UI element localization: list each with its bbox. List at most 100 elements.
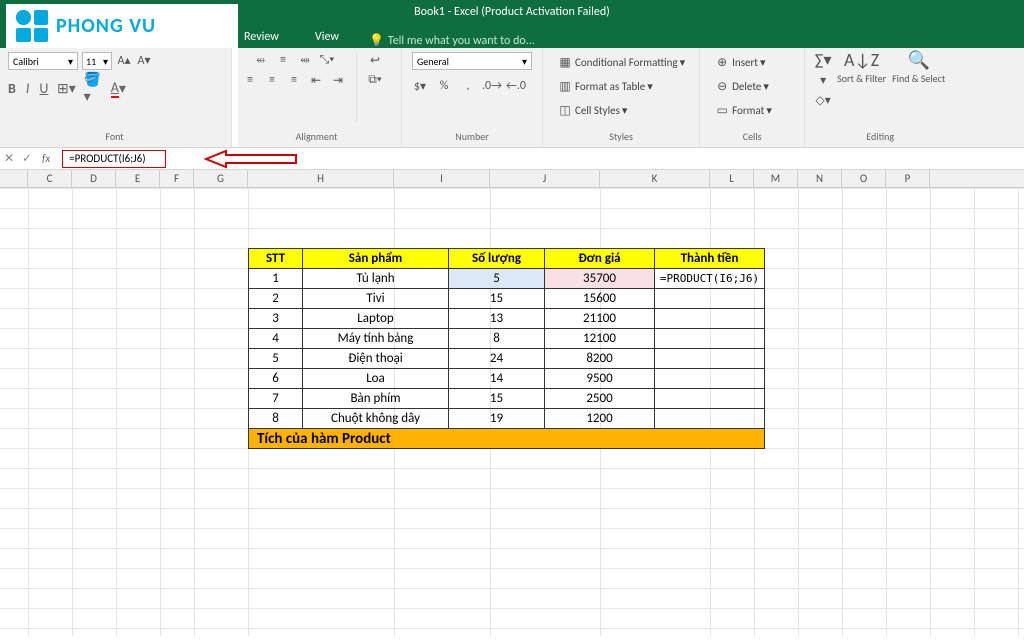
underline-button[interactable]: U xyxy=(39,80,48,97)
cell-stt[interactable]: 2 xyxy=(249,289,303,309)
indent-inc-icon[interactable]: ⇥ xyxy=(330,72,346,88)
cell-stt[interactable]: 5 xyxy=(249,349,303,369)
formula-enter-button[interactable]: ✓ xyxy=(18,151,36,166)
find-select-icon[interactable]: 🔍 xyxy=(911,52,927,68)
cell-dongia[interactable]: 1200 xyxy=(545,409,655,429)
cell-soluong[interactable]: 24 xyxy=(449,349,545,369)
footer-text[interactable]: Tích của hàm Product xyxy=(249,429,765,449)
fill-icon[interactable]: ▾ xyxy=(815,72,831,88)
col-F[interactable]: F xyxy=(160,170,194,187)
cell-stt[interactable]: 7 xyxy=(249,389,303,409)
cell-soluong[interactable]: 19 xyxy=(449,409,545,429)
number-format-select[interactable]: General▾ xyxy=(412,52,532,70)
cell-sanpham[interactable]: Laptop xyxy=(303,309,449,329)
formula-input[interactable]: =PRODUCT(I6;J6) xyxy=(62,150,166,168)
cell-soluong[interactable]: 15 xyxy=(449,289,545,309)
cell-thanhtien[interactable]: =PRODUCT(I6;J6) xyxy=(655,269,765,289)
cell-sanpham[interactable]: Điện thoại xyxy=(303,349,449,369)
cell-soluong[interactable]: 15 xyxy=(449,389,545,409)
col-D[interactable]: D xyxy=(72,170,116,187)
col-G[interactable]: G xyxy=(194,170,248,187)
fill-color-button[interactable]: 🪣▾ xyxy=(84,80,100,96)
col-H[interactable]: H xyxy=(248,170,394,187)
autosum-icon[interactable]: ∑▾ xyxy=(815,52,831,68)
formula-cancel-button[interactable]: ✕ xyxy=(0,151,18,166)
cell-sanpham[interactable]: Loa xyxy=(303,369,449,389)
align-left-icon[interactable]: ≡ xyxy=(242,72,258,88)
cell-sanpham[interactable]: Tivi xyxy=(303,289,449,309)
tab-review[interactable]: Review xyxy=(238,26,285,48)
increase-font-icon[interactable]: A▴ xyxy=(116,52,132,68)
cell-dongia[interactable]: 8200 xyxy=(545,349,655,369)
cell-stt[interactable]: 6 xyxy=(249,369,303,389)
col-K[interactable]: K xyxy=(600,170,710,187)
hdr-soluong[interactable]: Số lượng xyxy=(449,249,545,269)
currency-icon[interactable]: $▾ xyxy=(412,78,428,94)
col-J[interactable]: J xyxy=(490,170,600,187)
col-L[interactable]: L xyxy=(710,170,754,187)
align-right-icon[interactable]: ≡ xyxy=(286,72,302,88)
cell-soluong[interactable]: 5 xyxy=(449,269,545,289)
cell-styles-button[interactable]: ◫Cell Styles▾ xyxy=(553,100,631,120)
hdr-thanhtien[interactable]: Thành tiền xyxy=(655,249,765,269)
cell-stt[interactable]: 1 xyxy=(249,269,303,289)
delete-button[interactable]: ⊖Delete▾ xyxy=(710,76,773,96)
cell-soluong[interactable]: 14 xyxy=(449,369,545,389)
cell-stt[interactable]: 8 xyxy=(249,409,303,429)
align-center-icon[interactable]: ≡ xyxy=(264,72,280,88)
format-button[interactable]: ▭Format▾ xyxy=(710,100,776,120)
hdr-sanpham[interactable]: Sản phẩm xyxy=(303,249,449,269)
col-O[interactable]: O xyxy=(842,170,886,187)
merge-icon[interactable]: ⧉▾ xyxy=(367,72,383,88)
orientation-icon[interactable]: ⤡▾ xyxy=(319,52,335,68)
align-top-icon[interactable]: ⬴ xyxy=(253,52,269,68)
clear-icon[interactable]: ◇▾ xyxy=(815,92,831,108)
cell-thanhtien[interactable] xyxy=(655,309,765,329)
wrap-text-icon[interactable]: ↩ xyxy=(367,52,383,68)
cell-thanhtien[interactable] xyxy=(655,389,765,409)
cell-sanpham[interactable]: Tủ lạnh xyxy=(303,269,449,289)
cell-dongia[interactable]: 9500 xyxy=(545,369,655,389)
cell-dongia[interactable]: 2500 xyxy=(545,389,655,409)
cell-stt[interactable]: 3 xyxy=(249,309,303,329)
cell-thanhtien[interactable] xyxy=(655,369,765,389)
tell-me-box[interactable]: 💡 Tell me what you want to do... xyxy=(369,33,535,48)
align-bottom-icon[interactable]: ⬵ xyxy=(297,52,313,68)
cell-stt[interactable]: 4 xyxy=(249,329,303,349)
col-C[interactable]: C xyxy=(28,170,72,187)
conditional-formatting-button[interactable]: ▦Conditional Formatting▾ xyxy=(553,52,689,72)
font-size-select[interactable]: 11▾ xyxy=(82,52,112,70)
cell-dongia[interactable]: 12100 xyxy=(545,329,655,349)
italic-button[interactable]: I xyxy=(26,80,30,97)
sort-filter-icon[interactable]: A↓Z xyxy=(854,52,870,68)
worksheet-area[interactable]: STT Sản phẩm Số lượng Đơn giá Thành tiền… xyxy=(0,188,1024,636)
col-M[interactable]: M xyxy=(754,170,798,187)
cell-soluong[interactable]: 8 xyxy=(449,329,545,349)
cell-dongia[interactable]: 35700 xyxy=(545,269,655,289)
cell-sanpham[interactable]: Máy tính bảng xyxy=(303,329,449,349)
tab-view[interactable]: View xyxy=(309,26,345,48)
percent-icon[interactable]: % xyxy=(436,78,452,94)
hdr-stt[interactable]: STT xyxy=(249,249,303,269)
indent-dec-icon[interactable]: ⇤ xyxy=(308,72,324,88)
font-family-select[interactable]: Calibri▾ xyxy=(8,52,78,70)
decrease-decimal-icon[interactable]: ←.0 xyxy=(508,78,524,94)
cell-thanhtien[interactable] xyxy=(655,329,765,349)
font-color-button[interactable]: A▾ xyxy=(110,80,126,96)
cell-dongia[interactable]: 21100 xyxy=(545,309,655,329)
cell-dongia[interactable]: 15600 xyxy=(545,289,655,309)
select-all-corner[interactable] xyxy=(0,170,28,187)
cell-thanhtien[interactable] xyxy=(655,409,765,429)
insert-button[interactable]: ⊕Insert▾ xyxy=(710,52,769,72)
cell-soluong[interactable]: 13 xyxy=(449,309,545,329)
cell-thanhtien[interactable] xyxy=(655,289,765,309)
bold-button[interactable]: B xyxy=(8,80,16,97)
comma-icon[interactable]: , xyxy=(460,78,476,94)
align-middle-icon[interactable]: ≡ xyxy=(275,52,291,68)
format-as-table-button[interactable]: ▥Format as Table▾ xyxy=(553,76,657,96)
border-button[interactable]: ⊞▾ xyxy=(58,80,74,96)
cell-thanhtien[interactable] xyxy=(655,349,765,369)
decrease-font-icon[interactable]: A▾ xyxy=(136,52,152,68)
cell-sanpham[interactable]: Bàn phím xyxy=(303,389,449,409)
col-P[interactable]: P xyxy=(886,170,930,187)
